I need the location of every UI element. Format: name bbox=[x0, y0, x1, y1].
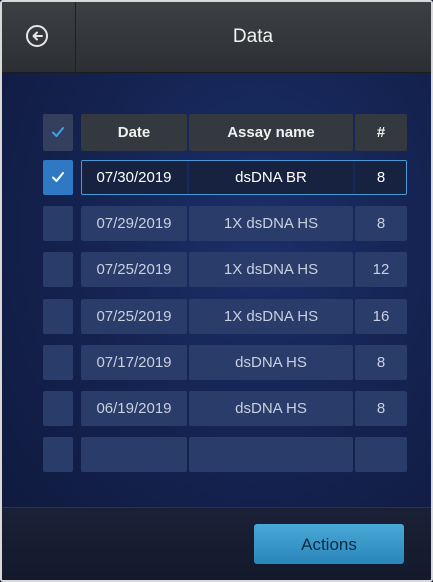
row-checkbox[interactable] bbox=[43, 252, 73, 287]
cell-date: 07/25/2019 bbox=[81, 252, 187, 287]
actions-button[interactable]: Actions bbox=[254, 524, 404, 564]
back-button[interactable] bbox=[2, 2, 76, 72]
column-header-assay-name[interactable]: Assay name bbox=[189, 114, 353, 151]
cell-date: 07/29/2019 bbox=[81, 206, 187, 241]
column-header-date[interactable]: Date bbox=[81, 114, 187, 151]
cell-date: 07/30/2019 bbox=[81, 160, 187, 195]
screen: Data Date Assay name # 07/30/2019 dsDNA … bbox=[0, 0, 433, 582]
cell-date: 07/25/2019 bbox=[81, 299, 187, 334]
checkmark-icon bbox=[52, 127, 64, 137]
row-checkbox[interactable] bbox=[43, 299, 73, 334]
cell-assay-name: dsDNA HS bbox=[189, 391, 353, 426]
cell-date bbox=[81, 437, 187, 472]
cell-assay-name: dsDNA BR bbox=[189, 160, 353, 195]
page-title: Data bbox=[232, 26, 274, 47]
column-header-count[interactable]: # bbox=[355, 114, 407, 151]
select-all-checkbox[interactable] bbox=[43, 114, 73, 151]
cell-assay-name bbox=[189, 437, 353, 472]
cell-count: 8 bbox=[355, 345, 407, 380]
cell-count: 8 bbox=[355, 160, 407, 195]
row-checkbox[interactable] bbox=[43, 206, 73, 241]
row-checkbox[interactable] bbox=[43, 345, 73, 380]
cell-count: 16 bbox=[355, 299, 407, 334]
cell-date: 07/17/2019 bbox=[81, 345, 187, 380]
cell-count: 8 bbox=[355, 391, 407, 426]
checkmark-icon bbox=[52, 172, 64, 182]
cell-date: 06/19/2019 bbox=[81, 391, 187, 426]
cell-count bbox=[355, 437, 407, 472]
row-checkbox[interactable] bbox=[43, 391, 73, 426]
cell-assay-name: 1X dsDNA HS bbox=[189, 299, 353, 334]
cell-assay-name: 1X dsDNA HS bbox=[189, 252, 353, 287]
row-checkbox[interactable] bbox=[43, 437, 73, 472]
back-arrow-circle-icon bbox=[26, 25, 48, 47]
cell-count: 8 bbox=[355, 206, 407, 241]
footer-bar: Actions bbox=[2, 507, 431, 580]
header-bar: Data bbox=[2, 2, 431, 73]
cell-assay-name: 1X dsDNA HS bbox=[189, 206, 353, 241]
cell-assay-name: dsDNA HS bbox=[189, 345, 353, 380]
row-checkbox[interactable] bbox=[43, 160, 73, 195]
cell-count: 12 bbox=[355, 252, 407, 287]
